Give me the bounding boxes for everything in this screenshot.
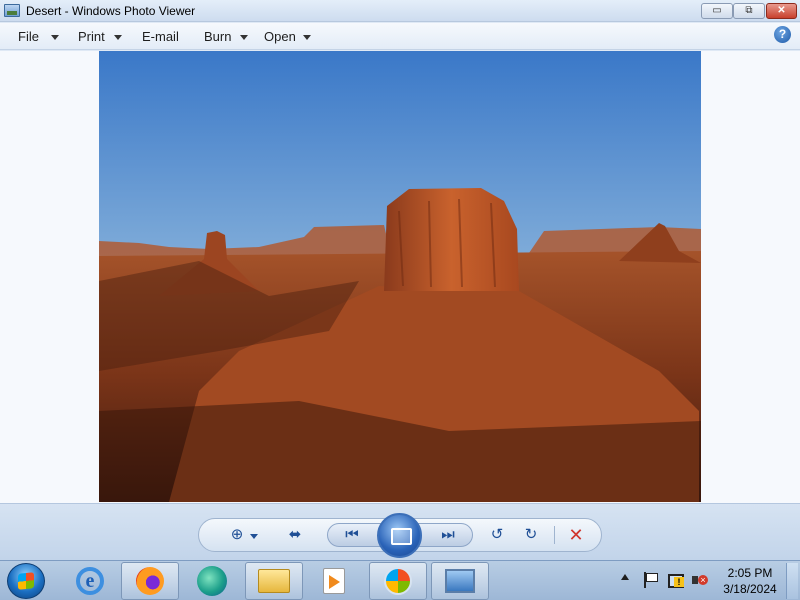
delete-icon[interactable]: ✕: [564, 523, 588, 547]
actual-size-icon[interactable]: ⬌: [283, 523, 307, 547]
taskbar-firefox[interactable]: [121, 562, 179, 600]
menu-print[interactable]: Print: [78, 29, 105, 44]
system-clock[interactable]: 2:05 PM 3/18/2024: [716, 565, 784, 597]
taskbar-file-explorer[interactable]: [245, 562, 303, 600]
zoom-dropdown-chevron-icon[interactable]: [250, 534, 258, 539]
menu-open[interactable]: Open: [264, 29, 296, 44]
previous-icon[interactable]: ⏮: [340, 523, 364, 547]
photo-viewer-icon: [445, 569, 475, 593]
menu-burn[interactable]: Burn: [204, 29, 231, 44]
action-center-flag-icon[interactable]: [642, 572, 658, 588]
start-button[interactable]: [7, 563, 45, 599]
viewer-controls-bar: ⊕ ⬌ ⏮ ⏭ ↺ ↻ ✕: [0, 503, 800, 560]
window-title: Desert - Windows Photo Viewer: [26, 4, 196, 18]
chevron-down-icon[interactable]: [51, 35, 59, 40]
windows-icon: [384, 567, 412, 595]
file-explorer-icon: [258, 569, 290, 593]
edge-icon: [197, 566, 227, 596]
next-icon[interactable]: ⏭: [436, 523, 460, 547]
taskbar-windows[interactable]: [369, 562, 427, 600]
taskbar: e 2:05 PM 3/18/2024: [0, 560, 800, 600]
taskbar-photo-viewer[interactable]: [431, 562, 489, 600]
close-button[interactable]: ✕: [766, 3, 797, 19]
slideshow-icon[interactable]: [377, 513, 422, 558]
media-player-icon: [323, 568, 345, 594]
photo-viewer-app-icon[interactable]: [4, 4, 20, 17]
taskbar-internet-explorer[interactable]: e: [61, 562, 119, 600]
photo-illustration: [99, 51, 701, 502]
controls-divider: [554, 526, 555, 544]
show-hidden-icons-chevron-icon[interactable]: [621, 574, 629, 580]
menu-email[interactable]: E-mail: [142, 29, 179, 44]
network-icon[interactable]: [667, 572, 684, 588]
minimize-button[interactable]: ▭: [701, 3, 733, 19]
chevron-down-icon[interactable]: [114, 35, 122, 40]
image-viewer-area: [0, 51, 800, 503]
zoom-icon[interactable]: ⊕: [225, 523, 249, 547]
help-icon[interactable]: ?: [774, 26, 791, 43]
chevron-down-icon[interactable]: [240, 35, 248, 40]
restore-button[interactable]: ⧉: [733, 3, 765, 19]
title-bar: Desert - Windows Photo Viewer ▭ ⧉ ✕: [0, 0, 800, 22]
taskbar-media-player[interactable]: [305, 562, 363, 600]
desert-photo: [99, 51, 701, 502]
menu-bar: File Print E-mail Burn Open ?: [0, 23, 800, 50]
clock-date: 3/18/2024: [723, 582, 777, 596]
show-desktop-button[interactable]: [786, 563, 798, 599]
volume-muted-icon[interactable]: [691, 572, 708, 588]
rotate-right-icon[interactable]: ↻: [519, 523, 543, 547]
internet-explorer-icon: e: [76, 567, 104, 595]
clock-time: 2:05 PM: [727, 566, 773, 580]
menu-file[interactable]: File: [18, 29, 39, 44]
taskbar-edge[interactable]: [183, 562, 241, 600]
chevron-down-icon[interactable]: [303, 35, 311, 40]
firefox-icon: [136, 567, 164, 595]
rotate-left-icon[interactable]: ↺: [485, 523, 509, 547]
